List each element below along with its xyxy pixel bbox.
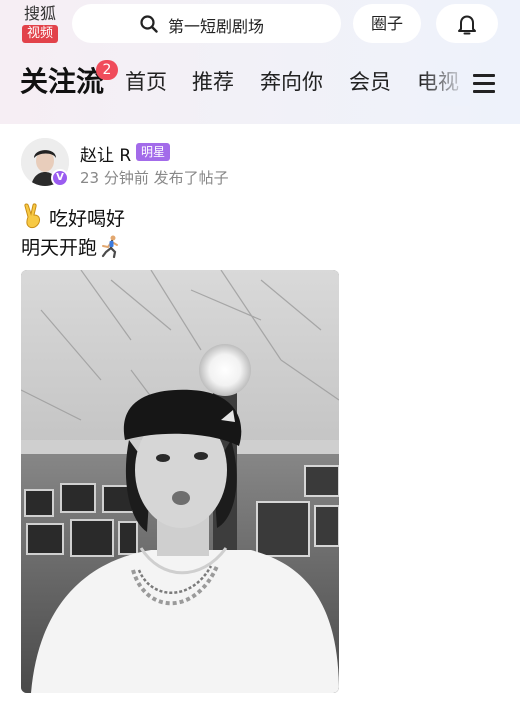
circle-button[interactable]: 圈子 — [353, 4, 421, 43]
logo-text-top: 搜狐 — [23, 4, 56, 23]
tab-recommend[interactable]: 推荐 — [192, 66, 234, 96]
notification-button[interactable] — [436, 4, 498, 43]
search-bar[interactable]: 第一短剧剧场 — [72, 4, 341, 43]
app-logo[interactable]: 搜狐 视频 — [20, 4, 60, 44]
post-username[interactable]: 赵让 R — [80, 141, 131, 166]
celebrity-badge: 明星 — [136, 143, 171, 161]
verified-badge: V — [51, 169, 69, 187]
tab-following-badge: 2 — [96, 60, 118, 80]
post-text-line-1: 吃好喝好 — [21, 203, 125, 234]
tab-run-to-you[interactable]: 奔向你 — [260, 66, 323, 96]
logo-text-bottom: 视频 — [22, 25, 58, 43]
tab-vip[interactable]: 会员 — [349, 66, 391, 96]
photo-content — [21, 270, 339, 693]
top-bar: 搜狐 视频 第一短剧剧场 圈子 关注流 2 首页 推荐 奔向你 会员 电视 — [0, 0, 520, 124]
menu-icon[interactable] — [473, 72, 495, 94]
victory-hand-icon — [21, 203, 45, 234]
post-photo[interactable] — [21, 270, 339, 693]
bell-icon — [458, 15, 476, 35]
tab-following[interactable]: 关注流 — [20, 60, 104, 100]
tabs-fade — [420, 60, 470, 106]
runner-icon — [99, 234, 123, 263]
post-line-2-text: 明天开跑 — [21, 237, 98, 259]
search-icon — [140, 15, 158, 33]
tab-home[interactable]: 首页 — [125, 66, 167, 96]
search-placeholder: 第一短剧剧场 — [168, 17, 265, 36]
post-text-line-2: 明天开跑 — [21, 233, 127, 263]
post-meta: 23 分钟前 发布了帖子 — [80, 169, 229, 187]
post-line-1-text: 吃好喝好 — [49, 208, 126, 230]
channel-tabs: 关注流 2 首页 推荐 奔向你 会员 电视 — [0, 60, 520, 106]
